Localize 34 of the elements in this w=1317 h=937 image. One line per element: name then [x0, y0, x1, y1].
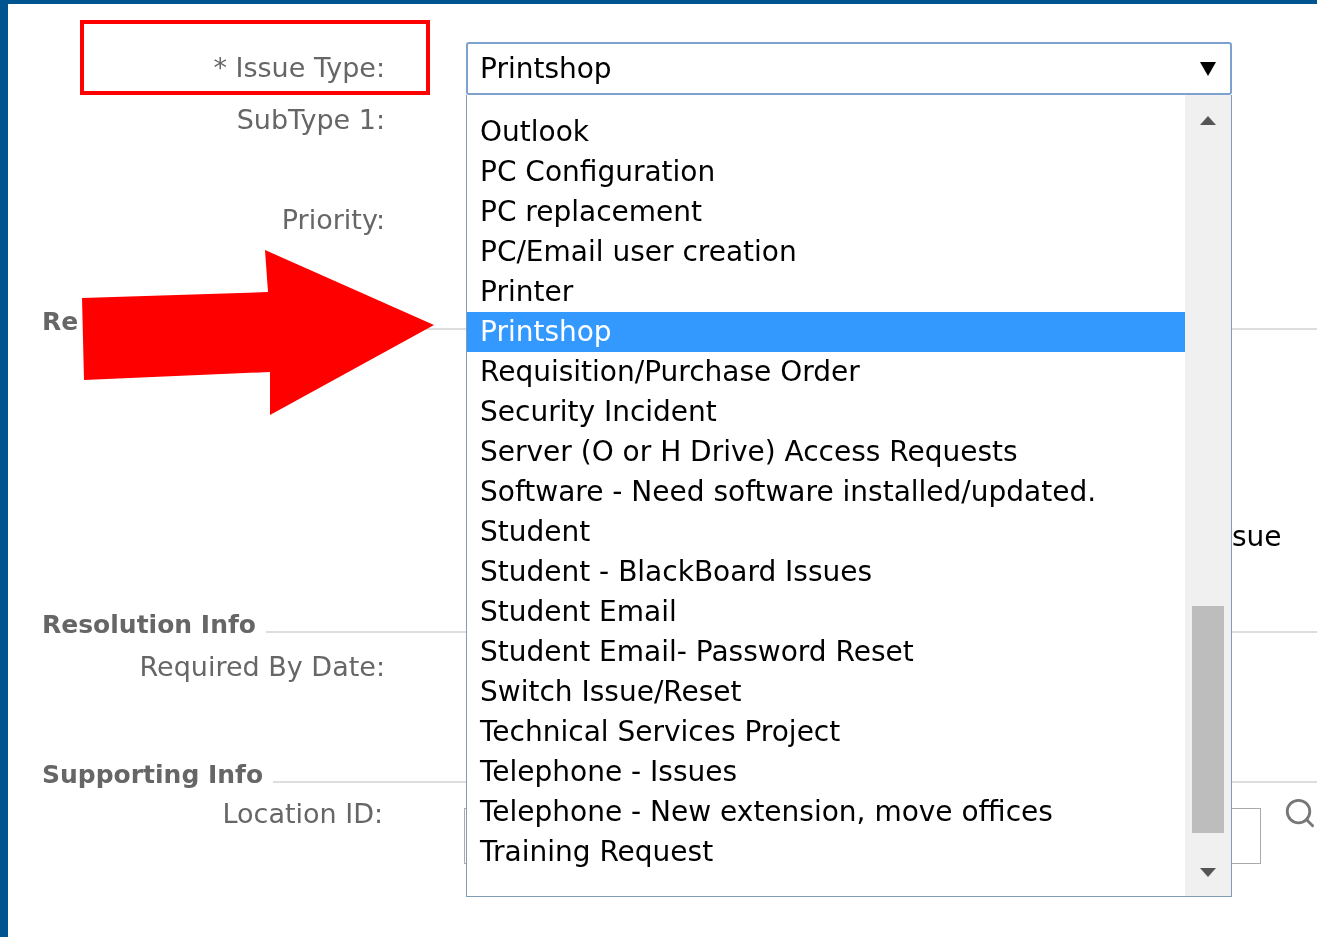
issue-type-dropdown[interactable]: Printshop: [466, 42, 1232, 95]
scroll-up-icon[interactable]: [1200, 116, 1216, 125]
dropdown-option[interactable]: Switch Issue/Reset: [467, 672, 1185, 712]
dropdown-option[interactable]: Technical Services Project: [467, 712, 1185, 752]
dropdown-option[interactable]: Requisition/Purchase Order: [467, 352, 1185, 392]
scroll-thumb[interactable]: [1192, 606, 1224, 833]
dropdown-option[interactable]: Security Incident: [467, 392, 1185, 432]
dropdown-option[interactable]: Software - Need software installed/updated.: [467, 472, 1185, 512]
dropdown-option[interactable]: Training Request: [467, 832, 1185, 872]
field-label: Location ID:: [221, 798, 384, 829]
field-label: * Issue Type:: [80, 20, 430, 95]
dropdown-option[interactable]: PC/Email user creation: [467, 232, 1185, 272]
scroll-down-icon[interactable]: [1200, 868, 1216, 877]
dropdown-option[interactable]: Printer: [467, 272, 1185, 312]
scrollbar[interactable]: [1185, 95, 1231, 896]
field-label: SubType 1:: [235, 103, 385, 135]
dropdown-option[interactable]: Telephone - New extension, move offices: [467, 792, 1185, 832]
dropdown-option[interactable]: Student: [467, 512, 1185, 552]
dropdown-option[interactable]: Student Email: [467, 592, 1185, 632]
caret-icon: [1200, 61, 1216, 76]
dropdown-option[interactable]: Outlook: [467, 112, 1185, 152]
dropdown-option[interactable]: PC replacement: [467, 192, 1185, 232]
section-heading: Resolution Info: [42, 610, 256, 639]
section-heading: Re: [42, 307, 79, 336]
field-label: Required By Date:: [138, 650, 385, 682]
section-heading: Supporting Info: [42, 760, 264, 789]
field-text: sue: [1232, 519, 1282, 553]
field-label: Priority:: [280, 203, 385, 235]
search-icon[interactable]: [1283, 796, 1317, 830]
dropdown-option[interactable]: Server (O or H Drive) Access Requests: [467, 432, 1185, 472]
dropdown-option[interactable]: Student - BlackBoard Issues: [467, 552, 1185, 592]
dropdown-option[interactable]: Student Email- Password Reset: [467, 632, 1185, 672]
dropdown-option[interactable]: Telephone - Issues: [467, 752, 1185, 792]
dropdown-option[interactable]: PC Configuration: [467, 152, 1185, 192]
